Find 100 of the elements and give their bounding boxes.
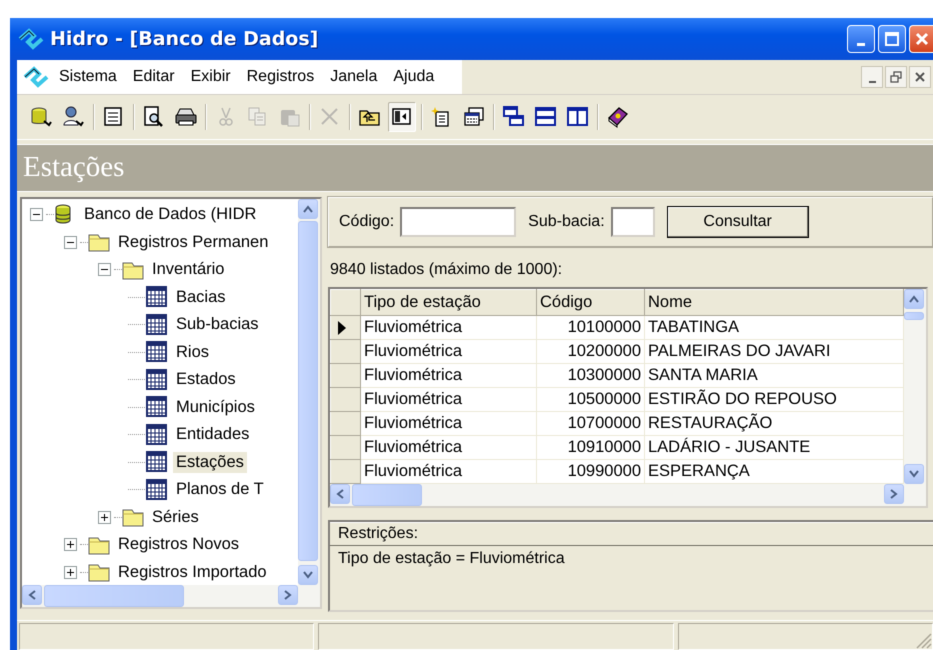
close-icon [914, 31, 930, 47]
scrollbar-thumb[interactable] [904, 312, 924, 320]
menu-item[interactable]: Editar [126, 65, 181, 89]
expander-toggle[interactable] [30, 208, 43, 222]
horizontal-split-icon [535, 106, 557, 128]
magnifier-page-icon [143, 106, 165, 128]
consultar-button[interactable]: Consultar [666, 206, 809, 238]
vertical-split-icon [567, 106, 589, 128]
table-icon [146, 368, 168, 391]
table-cell: 10100000 [536, 316, 644, 340]
restrictions-header: Restrições: [330, 522, 933, 546]
toolbar-button[interactable] [388, 102, 416, 132]
table-cell: SANTA MARIA [644, 364, 904, 388]
input-field[interactable] [400, 207, 516, 237]
table-cell: 10500000 [536, 388, 644, 412]
scrollbar-thumb[interactable] [44, 585, 184, 607]
table-icon [146, 451, 168, 474]
expander-toggle[interactable] [64, 236, 77, 249]
horizontal-scrollbar[interactable] [22, 585, 320, 607]
minimize-button[interactable] [861, 66, 883, 88]
tree-item[interactable]: Rios [173, 342, 212, 363]
tree-item[interactable]: Inventário [149, 259, 228, 280]
close-button[interactable] [909, 66, 931, 88]
field-label: Código: [339, 213, 394, 231]
table-cell: Fluviométrica [360, 340, 536, 364]
table-cell: 10300000 [536, 364, 644, 388]
database-icon [31, 106, 53, 128]
vertical-scrollbar[interactable] [904, 289, 926, 484]
scrollbar-thumb[interactable] [352, 484, 422, 506]
scrollbar-thumb[interactable] [298, 221, 318, 561]
tree-item[interactable]: Registros Permanen [115, 232, 272, 253]
column-header[interactable]: Tipo de estação [360, 290, 536, 316]
column-header[interactable]: Código [536, 290, 644, 316]
plus-icon [66, 568, 75, 577]
minimize-icon [857, 43, 865, 46]
restrictions-text: Tipo de estação = Fluviométrica [337, 549, 566, 569]
tree-item[interactable]: Bacias [173, 286, 229, 308]
printer-icon [175, 106, 197, 128]
table-icon [146, 424, 168, 446]
tree-item[interactable]: Entidades [173, 424, 252, 446]
maximize-button[interactable] [878, 25, 906, 53]
row-indicator[interactable] [330, 316, 360, 340]
vertical-scrollbar[interactable] [298, 199, 320, 585]
table-cell: LADÁRIO - JUSANTE [644, 436, 904, 460]
table-cell: Fluviométrica [360, 436, 536, 460]
table-icon [146, 396, 168, 418]
table-icon [146, 341, 168, 364]
expander-toggle[interactable] [64, 566, 77, 579]
tree-item[interactable]: Banco de Dados (HIDR [81, 204, 260, 226]
input-field[interactable] [610, 207, 655, 237]
table-cell: RESTAURAÇÃO [644, 412, 904, 436]
tree-item[interactable]: Sub-bacias [173, 314, 262, 336]
tree-item[interactable]: Séries [149, 506, 202, 528]
book-icon [607, 106, 629, 128]
menu-item[interactable]: Ajuda [387, 65, 440, 89]
pointer-icon [337, 320, 347, 336]
menu-item[interactable]: Sistema [53, 65, 123, 89]
app-logo-icon [18, 28, 44, 50]
column-header[interactable]: Nome [644, 290, 904, 316]
table-cell: 10910000 [536, 436, 644, 460]
table-cell: PALMEIRAS DO JAVARI [644, 340, 904, 364]
plus-icon [100, 512, 109, 522]
window-title: Hidro - [Banco de Dados] [50, 28, 320, 50]
table-cell: Fluviométrica [360, 316, 536, 340]
tree-item[interactable]: Municípios [173, 396, 258, 418]
table-cell: Fluviométrica [360, 364, 536, 388]
panel-icon [391, 106, 413, 128]
window-icon [463, 106, 485, 128]
table-cell: Fluviométrica [360, 412, 536, 436]
table-cell: ESTIRÃO DO REPOUSO [644, 388, 904, 412]
restore-button[interactable] [885, 66, 907, 88]
expander-toggle[interactable] [98, 510, 111, 524]
close-icon [914, 71, 926, 83]
table-cell: 10200000 [536, 340, 644, 364]
form-icon [103, 106, 125, 128]
plus-icon [66, 540, 75, 550]
restore-icon [890, 71, 902, 83]
horizontal-scrollbar[interactable] [330, 484, 926, 506]
menu-item[interactable]: Janela [324, 65, 384, 89]
tree-item[interactable]: Registros Importado [115, 562, 270, 583]
tree-item[interactable]: Registros Novos [115, 534, 242, 556]
minimize-icon [868, 81, 876, 83]
table-cell: Fluviométrica [360, 388, 536, 412]
table-icon [146, 478, 168, 501]
document-logo-icon [23, 66, 49, 88]
tree-item[interactable]: Estados [173, 369, 239, 390]
maximize-icon [884, 31, 900, 47]
cascade-windows-icon [503, 106, 525, 128]
tree-item[interactable]: Planos de T [173, 479, 267, 500]
menu-item[interactable]: Registros [240, 65, 320, 89]
tree-item[interactable]: Estações [173, 452, 247, 473]
section-title: Estações [22, 150, 126, 184]
expander-toggle[interactable] [98, 263, 111, 276]
result-count: 9840 listados (máximo de 1000): [329, 260, 564, 280]
table-cell: 10700000 [536, 412, 644, 436]
table-icon [146, 314, 168, 336]
field-label: Sub-bacia: [528, 213, 605, 231]
menu-item[interactable]: Exibir [184, 65, 237, 89]
table-cell: TABATINGA [644, 316, 904, 340]
expander-toggle[interactable] [64, 538, 77, 552]
